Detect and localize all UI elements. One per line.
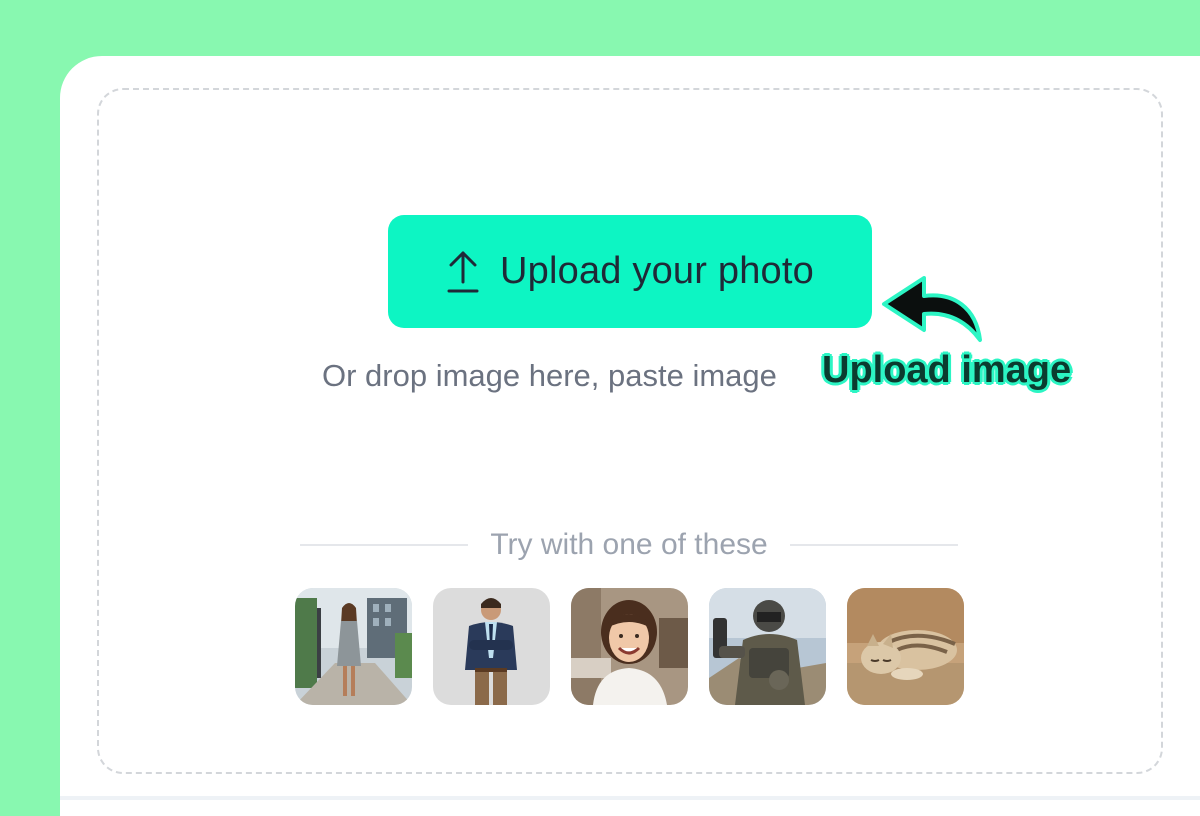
sample-image-cat[interactable] (847, 588, 964, 705)
divider-line-left (300, 544, 469, 546)
card-footer-strip (60, 796, 1200, 800)
sleeping-cat-photo (847, 588, 964, 705)
samples-heading: Try with one of these (490, 528, 768, 561)
armored-soldier-photo (709, 588, 826, 705)
sample-image-soldier[interactable] (709, 588, 826, 705)
divider-line-right (789, 544, 959, 546)
curved-arrow-left-icon (882, 276, 982, 342)
sample-image-woman[interactable] (295, 588, 412, 705)
smiling-girl-photo (571, 588, 688, 705)
upload-photo-button[interactable]: Upload your photo (388, 215, 872, 328)
samples-divider: Try with one of these (300, 527, 959, 563)
sample-image-man[interactable] (433, 588, 550, 705)
upload-arrow-icon (446, 250, 480, 294)
man-in-suit-photo (433, 588, 550, 705)
upload-button-label: Upload your photo (500, 250, 814, 292)
sample-images (295, 588, 964, 705)
sample-image-girl[interactable] (571, 588, 688, 705)
drop-hint-text: Or drop image here, paste image (322, 358, 777, 393)
woman-walking-street-photo (295, 588, 412, 705)
upload-image-annotation: Upload image (822, 349, 1072, 391)
